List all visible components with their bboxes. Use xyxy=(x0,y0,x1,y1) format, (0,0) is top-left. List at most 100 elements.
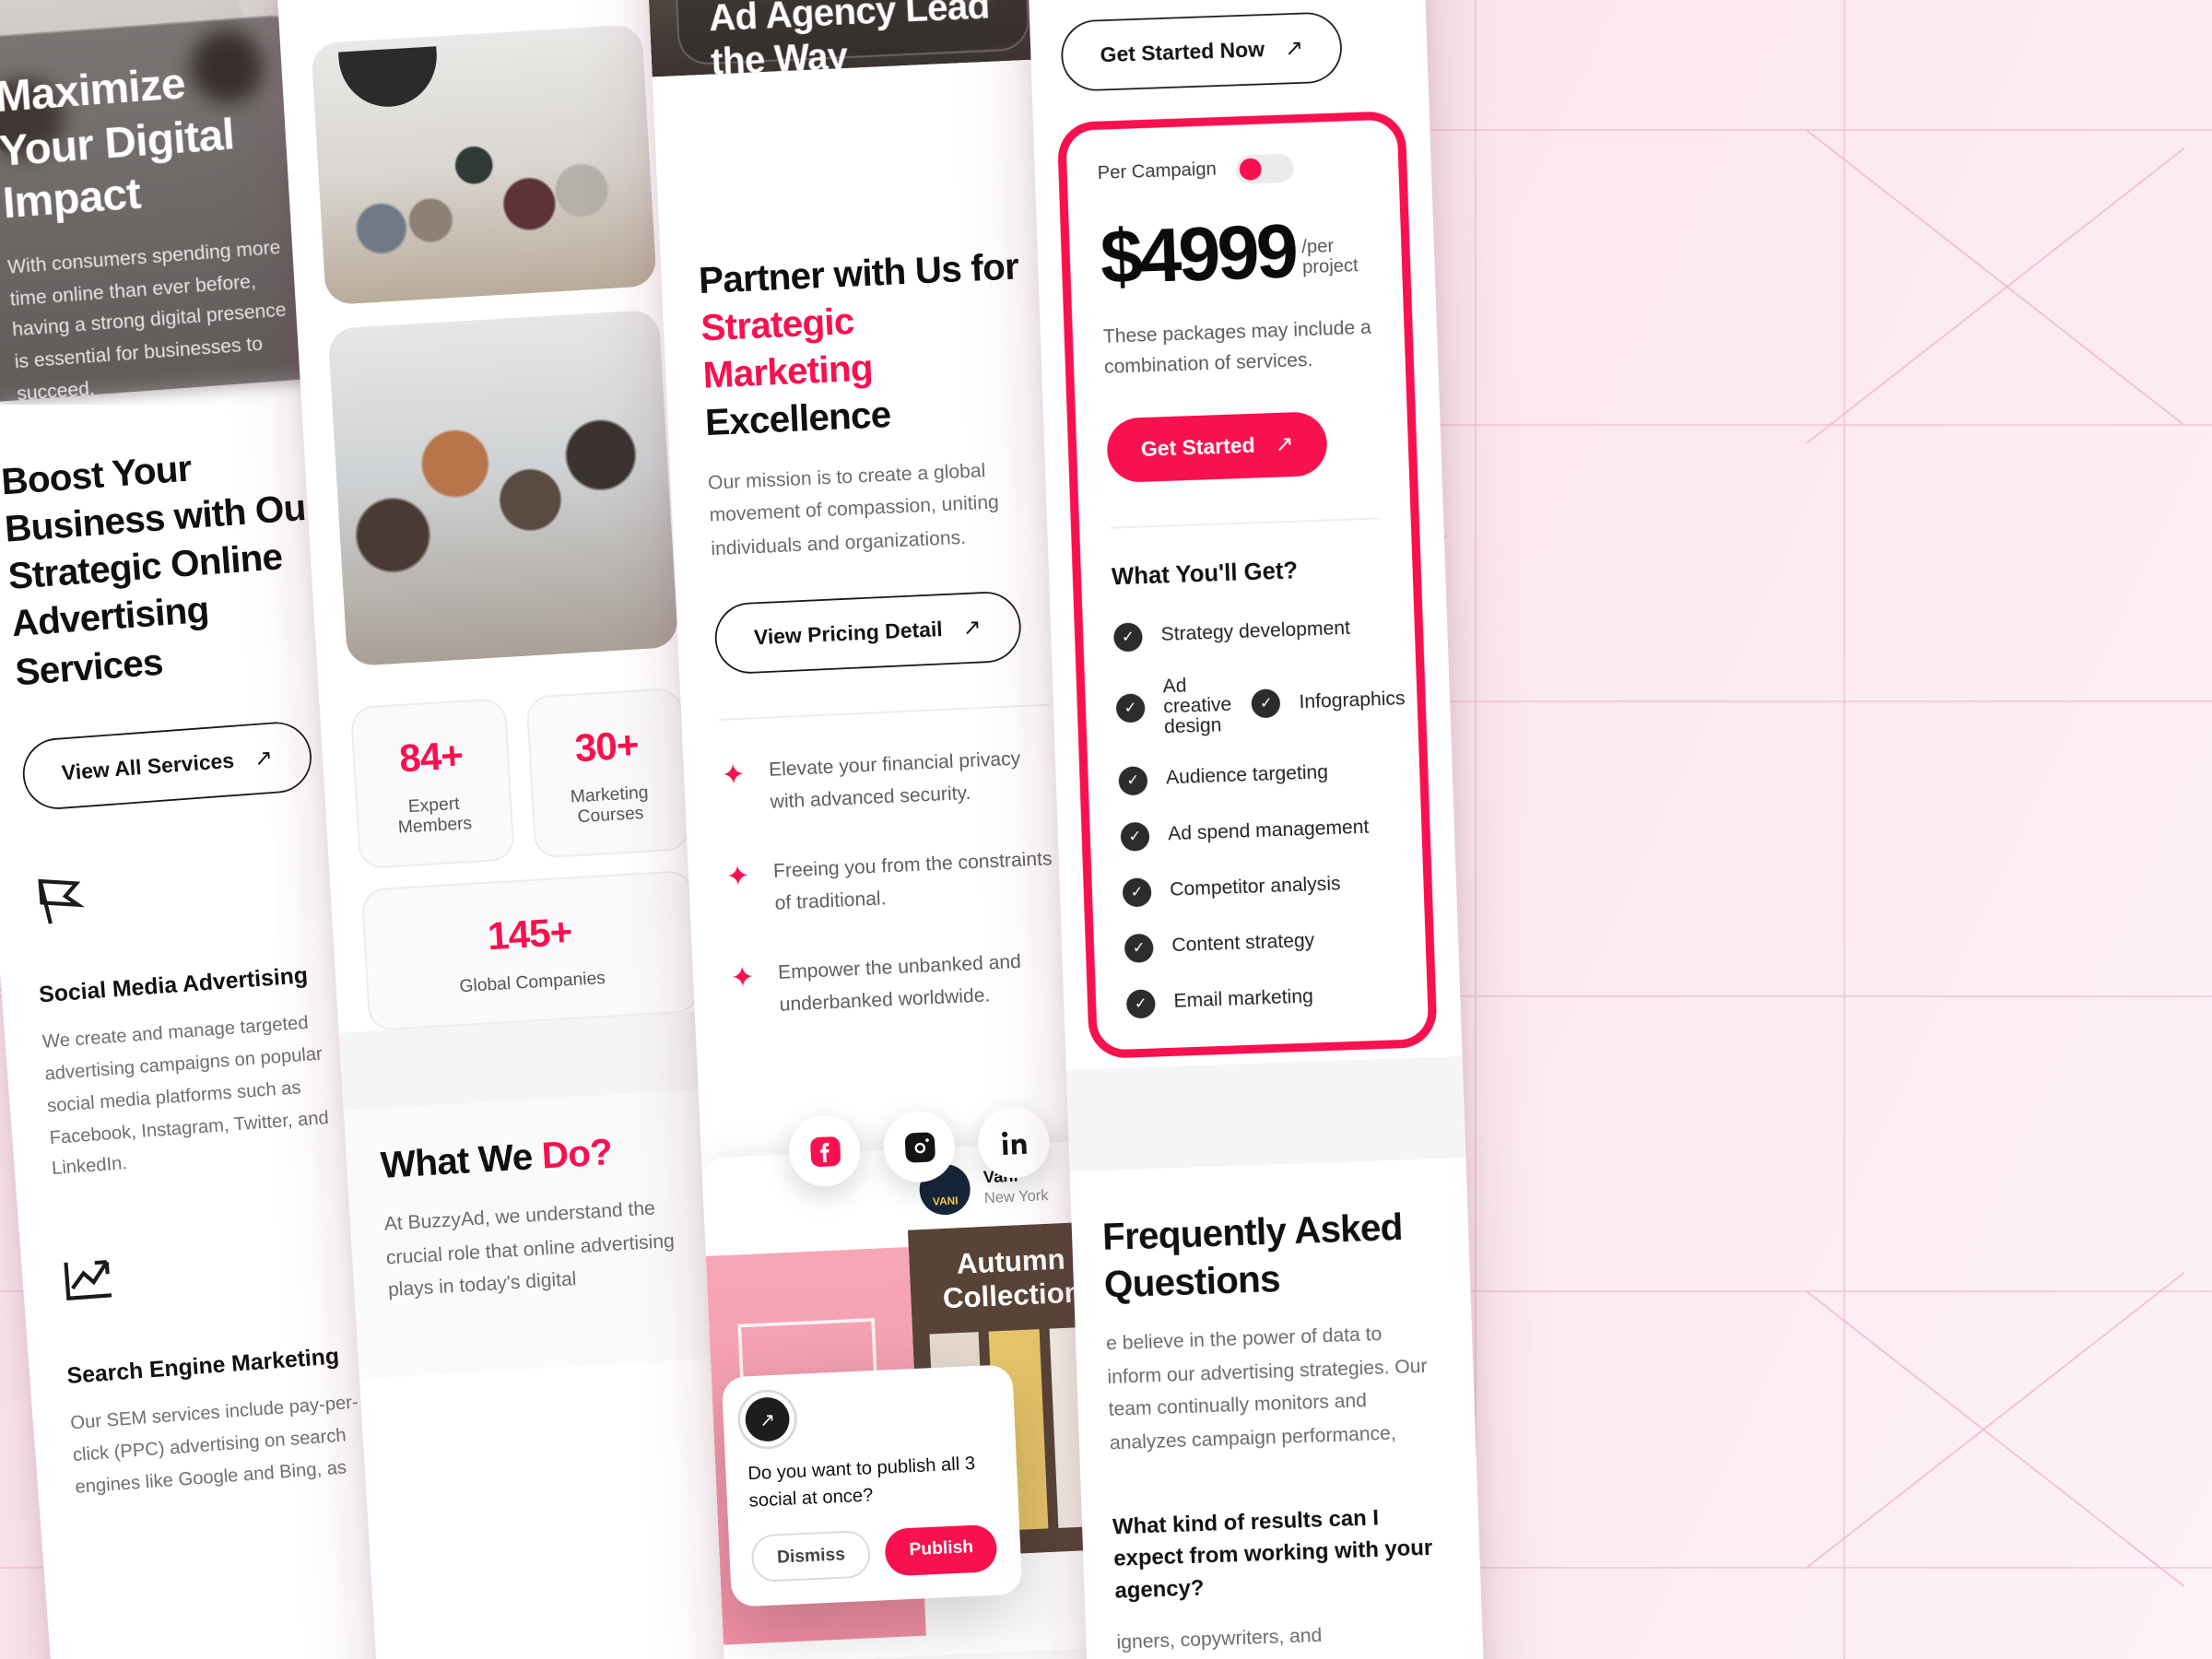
get-started-label: Get Started xyxy=(1140,433,1255,462)
office-meeting-photo xyxy=(311,23,657,306)
feature-label: Strategy development xyxy=(1160,618,1351,646)
services-heading: Boost Your Business with Our Strategic O… xyxy=(0,446,321,693)
instagram-icon[interactable] xyxy=(882,1110,957,1184)
price-row: $4999 /per project xyxy=(1099,206,1371,300)
plan-label: Per Campaign xyxy=(1097,159,1218,184)
instagram-glyph xyxy=(904,1131,935,1162)
pricing-card: Per Campaign $4999 /per project These pa… xyxy=(1056,110,1438,1059)
price-period: /per project xyxy=(1300,236,1359,278)
arrow-up-right-icon: ↗ xyxy=(1284,33,1304,61)
what-we-do-heading-part2: Do? xyxy=(540,1130,614,1177)
social-icons-row xyxy=(787,1105,1052,1189)
features-list: ✓ Strategy development ✓ Ad creative des… xyxy=(1112,614,1406,1019)
publish-dialog-message: Do you want to publish all 3 social at o… xyxy=(747,1454,976,1512)
social-preview-section: VANI Vani New York Autumn Collection ↗ D… xyxy=(700,1103,1130,1659)
divider xyxy=(718,704,1051,722)
benefit-text: Empower the unbanked and underbanked wor… xyxy=(777,952,1022,1017)
feature-item-row: ✓ Ad creative design ✓ Infographics xyxy=(1115,669,1406,739)
stats-grid: 84+ Expert Members 30+ Marketing Courses… xyxy=(349,687,700,1031)
service-body: We create and manage targeted advertisin… xyxy=(41,1012,330,1181)
what-we-do-heading-part1: What We xyxy=(379,1135,544,1187)
check-icon: ✓ xyxy=(1125,989,1156,1019)
benefit-text: Elevate your financial privacy with adva… xyxy=(768,749,1021,814)
grid-line-v xyxy=(1475,0,1477,1659)
feature-item: ✓ Competitor analysis xyxy=(1122,869,1394,908)
team-collaboration-photo xyxy=(327,309,679,667)
benefit-text: Freeing you from the constraints of trad… xyxy=(772,850,1053,915)
faq-heading: Frequently Asked Questions xyxy=(1101,1205,1404,1306)
feature-label: Competitor analysis xyxy=(1169,875,1341,901)
feature-label: Ad spend management xyxy=(1167,818,1370,846)
faq-question[interactable]: What kind of results can I expect from w… xyxy=(1112,1500,1451,1607)
linkedin-icon[interactable] xyxy=(976,1105,1052,1180)
feature-label: Audience targeting xyxy=(1165,763,1329,790)
divider xyxy=(1110,517,1381,529)
trending-up-icon xyxy=(64,1260,112,1301)
arrow-up-right-icon: ↗ xyxy=(961,614,982,641)
publish-dialog: ↗ Do you want to publish all 3 social at… xyxy=(721,1364,1023,1607)
partner-heading-line2: Strategic Marketing xyxy=(700,300,874,397)
hero-title: Maximize Your Digital Impact xyxy=(0,57,236,229)
get-started-now-button[interactable]: Get Started Now ↗ xyxy=(1060,10,1344,92)
sparkle-icon: ✦ xyxy=(724,860,751,894)
benefits-list: ✦ Elevate your financial privacy with ad… xyxy=(721,743,1064,1025)
arrow-up-right-icon: ↗ xyxy=(253,744,274,771)
screen-panel-pricing-faq: advertising strategies. Our team continu… xyxy=(1024,0,1488,1659)
view-pricing-detail-label: View Pricing Detail xyxy=(753,618,944,651)
section-divider-gap xyxy=(1065,1055,1465,1171)
benefit-item: ✦ Freeing you from the constraints of tr… xyxy=(725,844,1059,924)
benefit-item: ✦ Elevate your financial privacy with ad… xyxy=(721,743,1054,822)
partner-body: Our mission is to create a global moveme… xyxy=(707,460,1000,560)
service-item-social-media: Social Media Advertising We create and m… xyxy=(30,849,374,1187)
get-started-button[interactable]: Get Started ↗ xyxy=(1106,410,1329,483)
stat-label: Global Companies xyxy=(458,968,606,997)
billing-period-toggle[interactable] xyxy=(1236,152,1295,184)
feature-item: ✓ Audience targeting xyxy=(1118,758,1390,796)
benefit-item: ✦ Empower the unbanked and underbanked w… xyxy=(730,946,1064,1025)
features-heading: What You'll Get? xyxy=(1111,556,1299,590)
stat-value: 145+ xyxy=(486,909,573,959)
check-icon: ✓ xyxy=(1251,688,1281,720)
hero-body: With consumers spending more time online… xyxy=(6,238,288,405)
service-title: Social Media Advertising xyxy=(38,961,309,1007)
check-icon: ✓ xyxy=(1120,821,1150,852)
grid-line-v xyxy=(1843,0,1845,1659)
view-pricing-detail-button[interactable]: View Pricing Detail ↗ xyxy=(713,590,1022,676)
feature-item: ✓ Ad creative design xyxy=(1115,675,1232,739)
service-item-search-engine: Search Engine Marketing Our SEM services… xyxy=(58,1230,397,1505)
dismiss-button[interactable]: Dismiss xyxy=(750,1530,872,1583)
flag-icon xyxy=(38,878,86,924)
check-icon: ✓ xyxy=(1124,933,1154,963)
view-all-services-label: View All Services xyxy=(61,748,235,785)
publish-button[interactable]: Publish xyxy=(884,1524,998,1577)
feature-item: ✓ Strategy development xyxy=(1112,614,1385,653)
feature-item: ✓ Ad spend management xyxy=(1120,813,1392,852)
view-all-services-button[interactable]: View All Services ↗ xyxy=(20,719,314,812)
facebook-icon[interactable] xyxy=(787,1113,862,1189)
price-note: These packages may include a combination… xyxy=(1102,317,1372,379)
check-icon: ✓ xyxy=(1115,693,1146,724)
check-icon: ✓ xyxy=(1122,877,1152,908)
partner-heading-line3: Excellence xyxy=(704,394,892,445)
facebook-glyph xyxy=(809,1135,841,1167)
hero-glass-card: Get Noticed, Get Results: Let Our Ad Age… xyxy=(667,0,1030,77)
stat-card: 145+ Global Companies xyxy=(360,869,700,1031)
faq-answer: igners, copywriters, and xyxy=(1116,1626,1323,1654)
price-amount: $4999 xyxy=(1099,206,1297,300)
feature-label: Email marketing xyxy=(1173,987,1314,1013)
pricing-section: Per Campaign $4999 /per project These pa… xyxy=(1032,78,1462,1069)
get-started-now-label: Get Started Now xyxy=(1100,37,1265,67)
stat-card: 84+ Expert Members xyxy=(349,698,515,870)
sparkle-icon: ✦ xyxy=(729,961,756,995)
feature-label: Content strategy xyxy=(1171,931,1315,958)
what-we-do-body: At BuzzyAd, we understand the crucial ro… xyxy=(383,1199,676,1302)
linkedin-glyph xyxy=(1001,1131,1026,1155)
stat-value: 30+ xyxy=(573,722,640,771)
partner-heading: Partner with Us for Strategic Marketing … xyxy=(698,242,1038,448)
toggle-knob xyxy=(1240,157,1263,181)
what-we-do-heading: What We Do? xyxy=(380,1124,707,1190)
account-location: New York xyxy=(983,1186,1050,1207)
arrow-up-right-icon: ↗ xyxy=(1275,430,1295,457)
partner-section: Partner with Us for Strategic Marketing … xyxy=(653,59,1102,1044)
check-icon: ✓ xyxy=(1112,622,1144,653)
